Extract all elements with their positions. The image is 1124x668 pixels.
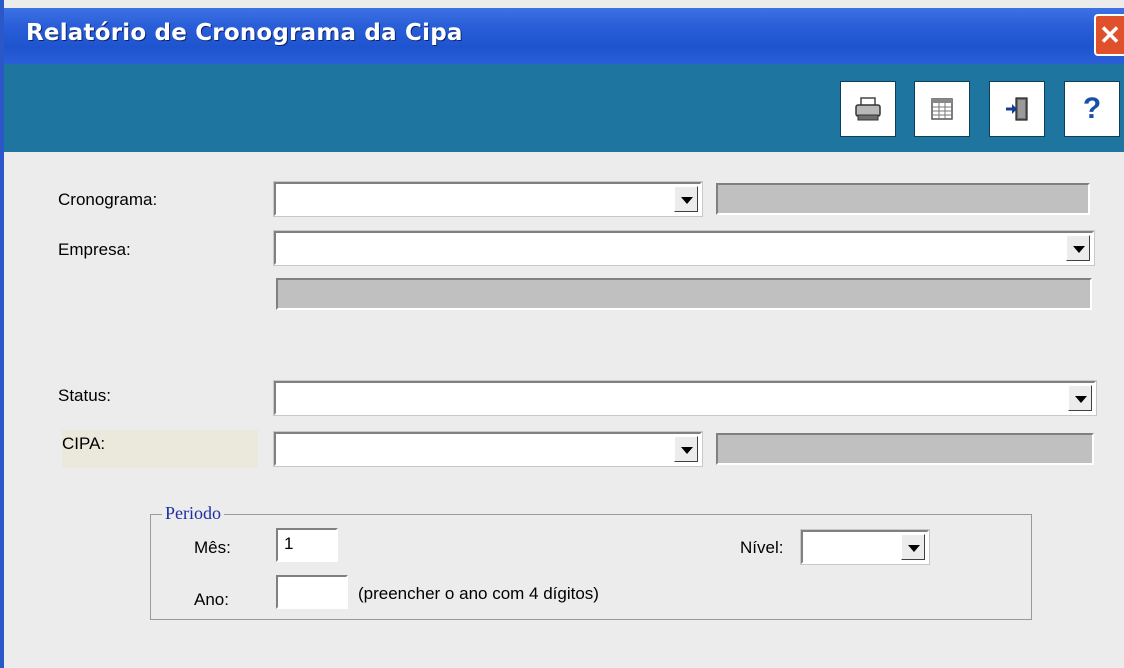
nivel-combo[interactable] <box>800 529 930 565</box>
cronograma-combo[interactable] <box>273 181 703 217</box>
exit-button[interactable] <box>989 81 1045 137</box>
empresa-combo[interactable] <box>273 230 1095 266</box>
chevron-down-icon[interactable] <box>1066 235 1090 261</box>
table-icon <box>931 98 953 120</box>
help-icon: ? <box>1082 92 1102 125</box>
mes-label: Mês: <box>194 538 231 557</box>
window-title: Relatório de Cronograma da Cipa <box>26 20 463 46</box>
empresa-label: Empresa: <box>58 240 131 259</box>
chevron-down-icon[interactable] <box>674 186 698 212</box>
cronograma-description-field <box>716 183 1090 215</box>
cipa-label: CIPA: <box>62 434 106 453</box>
chevron-down-icon[interactable] <box>901 534 925 560</box>
help-button[interactable]: ? <box>1064 81 1120 137</box>
chevron-down-icon[interactable] <box>1068 385 1092 411</box>
status-label: Status: <box>58 386 111 405</box>
periodo-legend: Periodo <box>162 503 224 524</box>
close-button[interactable]: ✕ <box>1094 14 1124 56</box>
ano-label: Ano: <box>194 590 229 609</box>
cronograma-label: Cronograma: <box>58 190 158 209</box>
empresa-description-field <box>276 278 1092 310</box>
mes-input[interactable]: 1 <box>276 528 338 562</box>
app-window: Relatório de Cronograma da Cipa ✕ ? Cron… <box>0 0 1124 668</box>
preview-button[interactable] <box>914 81 970 137</box>
cipa-combo[interactable] <box>273 431 703 467</box>
print-button[interactable] <box>840 81 896 137</box>
toolbar: ? <box>4 64 1124 152</box>
door-exit-icon <box>1006 97 1028 121</box>
chevron-down-icon[interactable] <box>674 436 698 462</box>
printer-icon <box>855 97 881 121</box>
nivel-label: Nível: <box>740 538 784 557</box>
ano-hint: (preencher o ano com 4 dígitos) <box>358 584 599 603</box>
title-bar[interactable]: Relatório de Cronograma da Cipa ✕ <box>4 8 1124 64</box>
ano-input[interactable] <box>276 575 348 609</box>
status-combo[interactable] <box>273 380 1097 416</box>
cipa-description-field <box>716 433 1094 465</box>
